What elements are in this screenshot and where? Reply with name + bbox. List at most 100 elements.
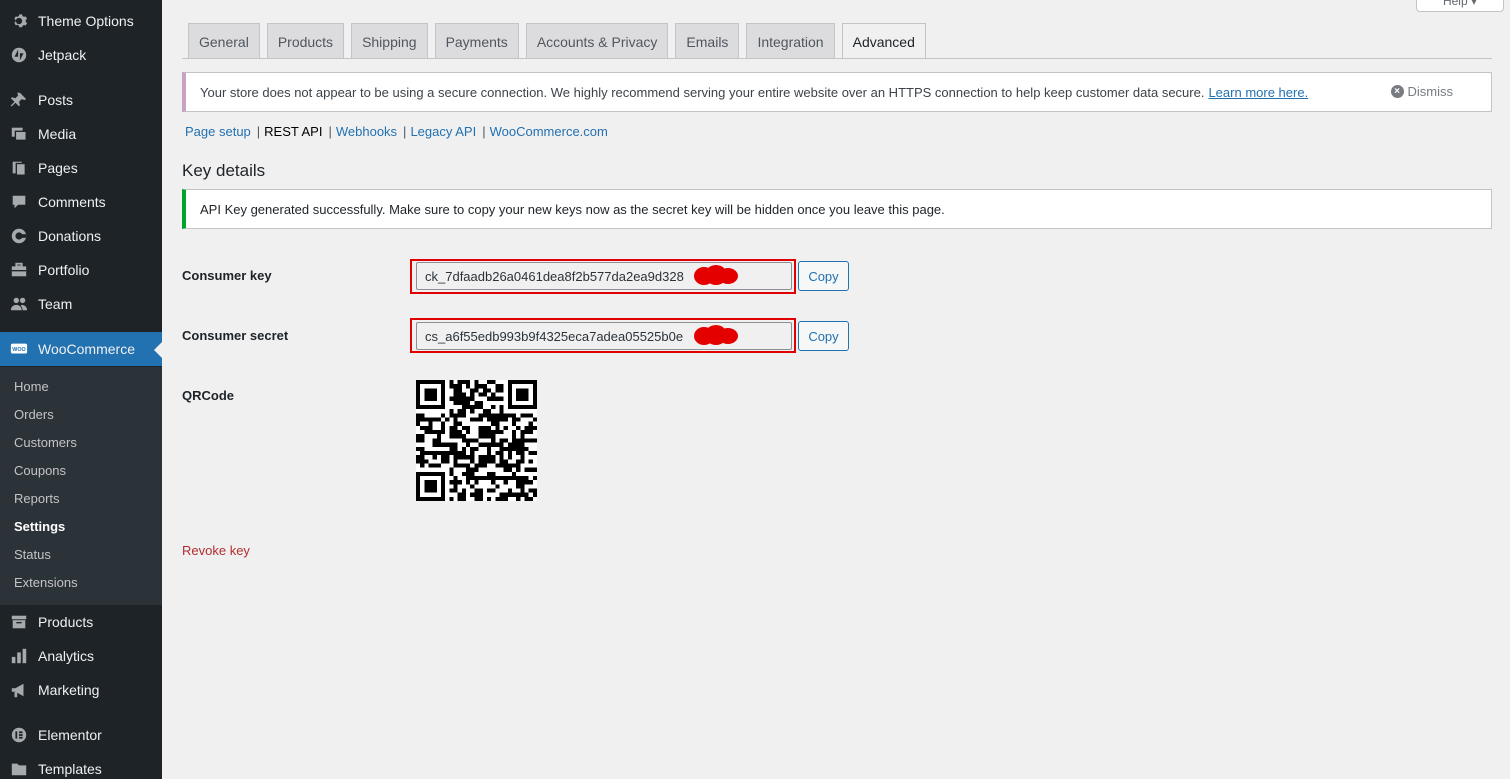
menu-label: Products — [38, 614, 94, 630]
admin-sidebar: Theme Options Jetpack Posts Media Pages … — [0, 0, 162, 779]
section-rest-api[interactable]: REST API — [264, 124, 322, 139]
menu-label: Templates — [38, 761, 102, 777]
menu-label: Portfolio — [38, 262, 90, 278]
menu-label: WooCommerce — [38, 341, 135, 357]
menu-theme-options[interactable]: Theme Options — [0, 4, 162, 38]
chevron-down-icon: ▾ — [1471, 0, 1478, 8]
https-notice-text: Your store does not appear to be using a… — [200, 84, 1205, 100]
separator: | — [482, 124, 486, 139]
donation-icon — [9, 226, 29, 246]
team-icon — [9, 294, 29, 314]
menu-label: Donations — [38, 228, 102, 244]
jetpack-icon — [9, 45, 29, 65]
submenu-settings[interactable]: Settings — [14, 517, 65, 537]
submenu-orders[interactable]: Orders — [14, 405, 54, 425]
folder-icon — [9, 759, 29, 779]
tab-emails[interactable]: Emails — [675, 23, 740, 59]
woocommerce-submenu: Home Orders Customers Coupons Reports Se… — [0, 367, 162, 605]
submenu-extensions[interactable]: Extensions — [14, 573, 78, 593]
section-woocommerce-com[interactable]: WooCommerce.com — [490, 124, 608, 139]
tabs-divider — [182, 58, 1492, 59]
submenu-coupons[interactable]: Coupons — [14, 461, 66, 481]
menu-label: Team — [38, 296, 73, 312]
consumer-key-value: ck_7dfaadb26a0461dea8f2b577da2ea9d328 — [425, 268, 684, 284]
consumer-key-label: Consumer key — [182, 268, 272, 283]
learn-more-link[interactable]: Learn more here. — [1208, 85, 1308, 100]
qrcode-label: QRCode — [182, 388, 234, 403]
separator: | — [256, 124, 261, 139]
menu-label: Marketing — [38, 682, 100, 698]
menu-label: Theme Options — [38, 13, 134, 29]
submenu-customers[interactable]: Customers — [14, 433, 77, 453]
separator: | — [403, 124, 407, 139]
dismiss-label: Dismiss — [1407, 84, 1454, 99]
menu-products[interactable]: Products — [0, 605, 162, 639]
menu-label: Elementor — [38, 727, 102, 743]
section-page-setup[interactable]: Page setup — [185, 124, 251, 139]
advanced-sections-nav: Page setup | REST API | Webhooks | Legac… — [185, 124, 608, 139]
revoke-key-link[interactable]: Revoke key — [182, 543, 250, 558]
settings-tabs: General Products Shipping Payments Accou… — [188, 23, 933, 59]
help-label: Help — [1442, 0, 1468, 8]
success-notice: API Key generated successfully. Make sur… — [182, 189, 1492, 229]
key-details-heading: Key details — [182, 161, 266, 180]
tab-payments[interactable]: Payments — [434, 23, 519, 59]
close-icon: × — [1390, 85, 1404, 98]
tab-general[interactable]: General — [188, 23, 260, 59]
menu-marketing[interactable]: Marketing — [0, 673, 162, 707]
menu-team[interactable]: Team — [0, 287, 162, 321]
menu-analytics[interactable]: Analytics — [0, 639, 162, 673]
dismiss-button[interactable]: × Dismiss — [1390, 84, 1454, 99]
copy-consumer-secret-button[interactable]: Copy — [798, 321, 849, 351]
submenu-home[interactable]: Home — [14, 377, 49, 397]
https-warning-notice: Your store does not appear to be using a… — [182, 72, 1492, 112]
media-icon — [9, 124, 29, 144]
submenu-reports[interactable]: Reports — [14, 489, 60, 509]
redaction-scribble — [694, 265, 738, 285]
menu-label: Posts — [38, 92, 74, 108]
menu-label: Comments — [38, 194, 106, 210]
tab-integration[interactable]: Integration — [746, 23, 835, 59]
menu-portfolio[interactable]: Portfolio — [0, 253, 162, 287]
menu-templates[interactable]: Templates — [0, 752, 162, 779]
copy-consumer-key-button[interactable]: Copy — [798, 261, 849, 291]
tab-products[interactable]: Products — [266, 23, 345, 59]
woo-icon: WOO — [9, 339, 29, 359]
bar-chart-icon — [9, 646, 29, 666]
help-tab[interactable]: Help ▾ — [1416, 0, 1504, 12]
comment-icon — [9, 192, 29, 212]
menu-jetpack[interactable]: Jetpack — [0, 38, 162, 72]
submenu-status[interactable]: Status — [14, 545, 51, 565]
pin-icon — [9, 90, 29, 110]
svg-text:WOO: WOO — [12, 347, 25, 353]
qr-code-image — [416, 380, 537, 501]
menu-label: Media — [38, 126, 77, 142]
portfolio-icon — [9, 260, 29, 280]
tab-shipping[interactable]: Shipping — [351, 23, 428, 59]
menu-posts[interactable]: Posts — [0, 83, 162, 117]
menu-woocommerce[interactable]: WOO WooCommerce — [0, 332, 162, 366]
megaphone-icon — [9, 680, 29, 700]
section-webhooks[interactable]: Webhooks — [336, 124, 397, 139]
menu-donations[interactable]: Donations — [0, 219, 162, 253]
menu-elementor[interactable]: Elementor — [0, 718, 162, 752]
menu-pages[interactable]: Pages — [0, 151, 162, 185]
archive-icon — [9, 612, 29, 632]
pages-icon — [9, 158, 29, 178]
tab-accounts-privacy[interactable]: Accounts & Privacy — [525, 23, 669, 59]
consumer-secret-label: Consumer secret — [182, 328, 289, 343]
elementor-icon — [9, 725, 29, 745]
menu-media[interactable]: Media — [0, 117, 162, 151]
separator: | — [328, 124, 332, 139]
consumer-secret-value: cs_a6f55edb993b9f4325eca7adea05525b0e — [425, 328, 684, 344]
gear-icon — [9, 11, 29, 31]
tab-advanced[interactable]: Advanced — [841, 23, 926, 59]
menu-label: Analytics — [38, 648, 95, 664]
current-menu-arrow — [154, 342, 162, 358]
menu-label: Jetpack — [38, 47, 87, 63]
section-legacy-api[interactable]: Legacy API — [410, 124, 476, 139]
menu-comments[interactable]: Comments — [0, 185, 162, 219]
redaction-scribble — [694, 325, 738, 345]
menu-label: Pages — [38, 160, 78, 176]
success-notice-text: API Key generated successfully. Make sur… — [200, 201, 945, 217]
